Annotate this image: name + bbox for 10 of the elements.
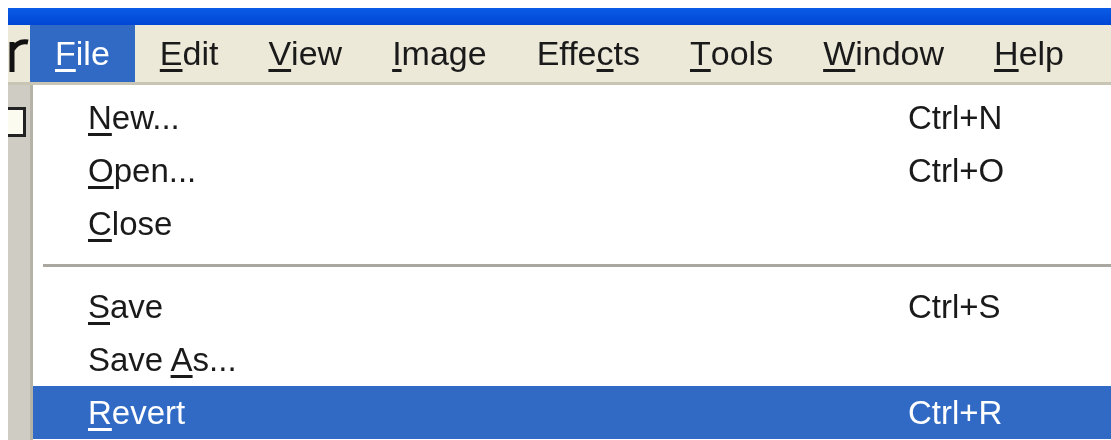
menu-item[interactable]: Edit (134, 25, 244, 82)
menu-entry[interactable]: Revert Ctrl+R (33, 386, 1111, 439)
menu-item[interactable]: File (30, 25, 135, 82)
menu-item[interactable]: Effects (511, 25, 665, 82)
frame-icon (8, 107, 26, 137)
menu-item[interactable]: Help (969, 25, 1089, 82)
menu-item[interactable]: Image (367, 25, 512, 82)
menu-item[interactable]: View (243, 25, 368, 82)
menu-item[interactable]: Window (798, 25, 970, 82)
menu-item[interactable]: Tools (665, 25, 799, 82)
